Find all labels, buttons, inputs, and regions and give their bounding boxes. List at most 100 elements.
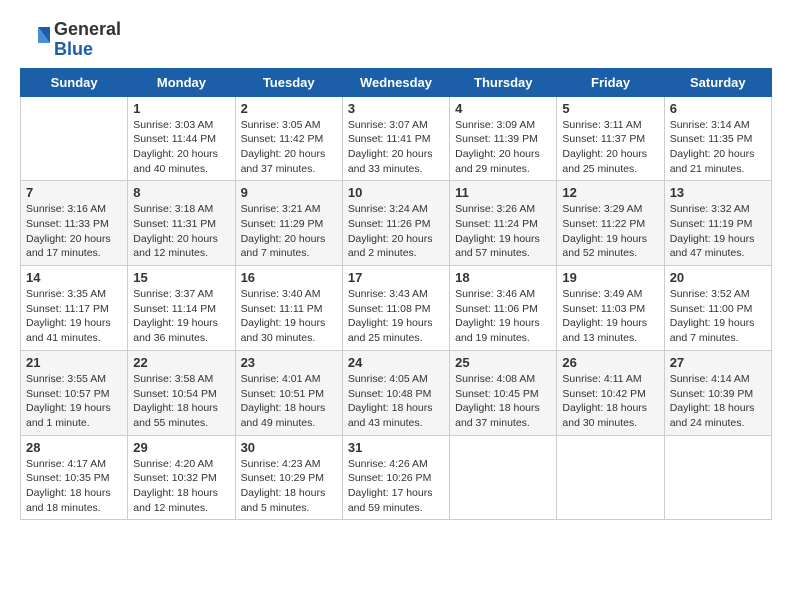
calendar-week-row: 21Sunrise: 3:55 AM Sunset: 10:57 PM Dayl…	[21, 350, 772, 435]
day-number: 20	[670, 270, 766, 285]
page-header: GeneralBlue	[20, 20, 772, 60]
calendar-cell: 24 Sunrise: 4:05 AM Sunset: 10:48 PM Dayl…	[342, 350, 449, 435]
day-info: Sunrise: 3:07 AM Sunset: 11:41 PM Daylig…	[348, 118, 444, 177]
day-number: 16	[241, 270, 337, 285]
day-info: Sunrise: 3:18 AM Sunset: 11:31 PM Daylig…	[133, 202, 229, 261]
day-number: 8	[133, 185, 229, 200]
calendar-cell	[664, 435, 771, 520]
weekday-header-friday: Friday	[557, 68, 664, 96]
calendar-cell	[557, 435, 664, 520]
day-info: Sunrise: 3:24 AM Sunset: 11:26 PM Daylig…	[348, 202, 444, 261]
calendar-cell: 3 Sunrise: 3:07 AM Sunset: 11:41 PM Dayli…	[342, 96, 449, 181]
day-number: 30	[241, 440, 337, 455]
calendar-cell: 2 Sunrise: 3:05 AM Sunset: 11:42 PM Dayli…	[235, 96, 342, 181]
calendar-week-row: 28 Sunrise: 4:17 AM Sunset: 10:35 PM Dayl…	[21, 435, 772, 520]
calendar-cell: 26 Sunrise: 4:11 AM Sunset: 10:42 PM Dayl…	[557, 350, 664, 435]
calendar-cell: 11 Sunrise: 3:26 AM Sunset: 11:24 PM Dayl…	[450, 181, 557, 266]
day-number: 12	[562, 185, 658, 200]
day-number: 13	[670, 185, 766, 200]
weekday-header-wednesday: Wednesday	[342, 68, 449, 96]
calendar-cell: 27 Sunrise: 4:14 AM Sunset: 10:39 PM Dayl…	[664, 350, 771, 435]
day-info: Sunrise: 4:05 AM Sunset: 10:48 PM Daylig…	[348, 372, 444, 431]
calendar-cell: 23 Sunrise: 4:01 AM Sunset: 10:51 PM Dayl…	[235, 350, 342, 435]
day-info: Sunrise: 3:46 AM Sunset: 11:06 PM Daylig…	[455, 287, 551, 346]
day-info: Sunrise: 3:49 AM Sunset: 11:03 PM Daylig…	[562, 287, 658, 346]
calendar-cell: 20 Sunrise: 3:52 AM Sunset: 11:00 PM Dayl…	[664, 266, 771, 351]
day-info: Sunrise: 3:35 AM Sunset: 11:17 PM Daylig…	[26, 287, 122, 346]
day-info: Sunrise: 4:26 AM Sunset: 10:26 PM Daylig…	[348, 457, 444, 516]
day-info: Sunrise: 3:16 AM Sunset: 11:33 PM Daylig…	[26, 202, 122, 261]
day-number: 2	[241, 101, 337, 116]
day-number: 6	[670, 101, 766, 116]
calendar-cell: 5 Sunrise: 3:11 AM Sunset: 11:37 PM Dayli…	[557, 96, 664, 181]
day-number: 5	[562, 101, 658, 116]
day-info: Sunrise: 3:26 AM Sunset: 11:24 PM Daylig…	[455, 202, 551, 261]
day-info: Sunrise: 3:03 AM Sunset: 11:44 PM Daylig…	[133, 118, 229, 177]
calendar-cell: 15Sunrise: 3:37 AM Sunset: 11:14 PM Dayl…	[128, 266, 235, 351]
day-info: Sunrise: 3:29 AM Sunset: 11:22 PM Daylig…	[562, 202, 658, 261]
day-number: 14	[26, 270, 122, 285]
day-info: Sunrise: 3:37 AM Sunset: 11:14 PM Daylig…	[133, 287, 229, 346]
calendar-week-row: 1 Sunrise: 3:03 AM Sunset: 11:44 PM Dayli…	[21, 96, 772, 181]
calendar-cell: 7 Sunrise: 3:16 AM Sunset: 11:33 PM Dayli…	[21, 181, 128, 266]
day-number: 28	[26, 440, 122, 455]
calendar-cell: 12 Sunrise: 3:29 AM Sunset: 11:22 PM Dayl…	[557, 181, 664, 266]
day-info: Sunrise: 3:09 AM Sunset: 11:39 PM Daylig…	[455, 118, 551, 177]
day-number: 27	[670, 355, 766, 370]
weekday-header-saturday: Saturday	[664, 68, 771, 96]
calendar-cell: 29 Sunrise: 4:20 AM Sunset: 10:32 PM Dayl…	[128, 435, 235, 520]
day-info: Sunrise: 3:05 AM Sunset: 11:42 PM Daylig…	[241, 118, 337, 177]
day-number: 29	[133, 440, 229, 455]
day-number: 26	[562, 355, 658, 370]
calendar-cell: 22 Sunrise: 3:58 AM Sunset: 10:54 PM Dayl…	[128, 350, 235, 435]
calendar-week-row: 14 Sunrise: 3:35 AM Sunset: 11:17 PM Dayl…	[21, 266, 772, 351]
day-number: 17	[348, 270, 444, 285]
weekday-header-tuesday: Tuesday	[235, 68, 342, 96]
calendar-cell: 19 Sunrise: 3:49 AM Sunset: 11:03 PM Dayl…	[557, 266, 664, 351]
calendar-cell	[450, 435, 557, 520]
day-number: 7	[26, 185, 122, 200]
day-number: 22	[133, 355, 229, 370]
day-info: Sunrise: 3:40 AM Sunset: 11:11 PM Daylig…	[241, 287, 337, 346]
calendar-cell: 9Sunrise: 3:21 AM Sunset: 11:29 PM Dayli…	[235, 181, 342, 266]
day-info: Sunrise: 3:14 AM Sunset: 11:35 PM Daylig…	[670, 118, 766, 177]
day-number: 18	[455, 270, 551, 285]
day-info: Sunrise: 4:01 AM Sunset: 10:51 PM Daylig…	[241, 372, 337, 431]
day-info: Sunrise: 4:23 AM Sunset: 10:29 PM Daylig…	[241, 457, 337, 516]
calendar-cell: 31Sunrise: 4:26 AM Sunset: 10:26 PM Dayl…	[342, 435, 449, 520]
logo-general: General	[54, 20, 121, 40]
day-info: Sunrise: 4:11 AM Sunset: 10:42 PM Daylig…	[562, 372, 658, 431]
calendar-cell: 1 Sunrise: 3:03 AM Sunset: 11:44 PM Dayli…	[128, 96, 235, 181]
day-info: Sunrise: 4:20 AM Sunset: 10:32 PM Daylig…	[133, 457, 229, 516]
calendar-cell: 28 Sunrise: 4:17 AM Sunset: 10:35 PM Dayl…	[21, 435, 128, 520]
day-info: Sunrise: 3:58 AM Sunset: 10:54 PM Daylig…	[133, 372, 229, 431]
day-number: 3	[348, 101, 444, 116]
logo-icon	[20, 25, 50, 55]
calendar-cell	[21, 96, 128, 181]
calendar-cell: 21Sunrise: 3:55 AM Sunset: 10:57 PM Dayl…	[21, 350, 128, 435]
weekday-header-sunday: Sunday	[21, 68, 128, 96]
day-number: 1	[133, 101, 229, 116]
calendar-cell: 16 Sunrise: 3:40 AM Sunset: 11:11 PM Dayl…	[235, 266, 342, 351]
calendar-cell: 17Sunrise: 3:43 AM Sunset: 11:08 PM Dayl…	[342, 266, 449, 351]
day-info: Sunrise: 3:52 AM Sunset: 11:00 PM Daylig…	[670, 287, 766, 346]
day-number: 25	[455, 355, 551, 370]
day-number: 19	[562, 270, 658, 285]
day-info: Sunrise: 3:11 AM Sunset: 11:37 PM Daylig…	[562, 118, 658, 177]
day-number: 23	[241, 355, 337, 370]
logo: GeneralBlue	[20, 20, 121, 60]
day-number: 10	[348, 185, 444, 200]
calendar-cell: 6 Sunrise: 3:14 AM Sunset: 11:35 PM Dayli…	[664, 96, 771, 181]
day-number: 24	[348, 355, 444, 370]
day-number: 4	[455, 101, 551, 116]
calendar-week-row: 7 Sunrise: 3:16 AM Sunset: 11:33 PM Dayli…	[21, 181, 772, 266]
day-number: 11	[455, 185, 551, 200]
calendar-table: SundayMondayTuesdayWednesdayThursdayFrid…	[20, 68, 772, 521]
day-info: Sunrise: 4:14 AM Sunset: 10:39 PM Daylig…	[670, 372, 766, 431]
calendar-cell: 10 Sunrise: 3:24 AM Sunset: 11:26 PM Dayl…	[342, 181, 449, 266]
day-info: Sunrise: 4:17 AM Sunset: 10:35 PM Daylig…	[26, 457, 122, 516]
weekday-header-row: SundayMondayTuesdayWednesdayThursdayFrid…	[21, 68, 772, 96]
calendar-cell: 18 Sunrise: 3:46 AM Sunset: 11:06 PM Dayl…	[450, 266, 557, 351]
weekday-header-thursday: Thursday	[450, 68, 557, 96]
calendar-cell: 8 Sunrise: 3:18 AM Sunset: 11:31 PM Dayli…	[128, 181, 235, 266]
